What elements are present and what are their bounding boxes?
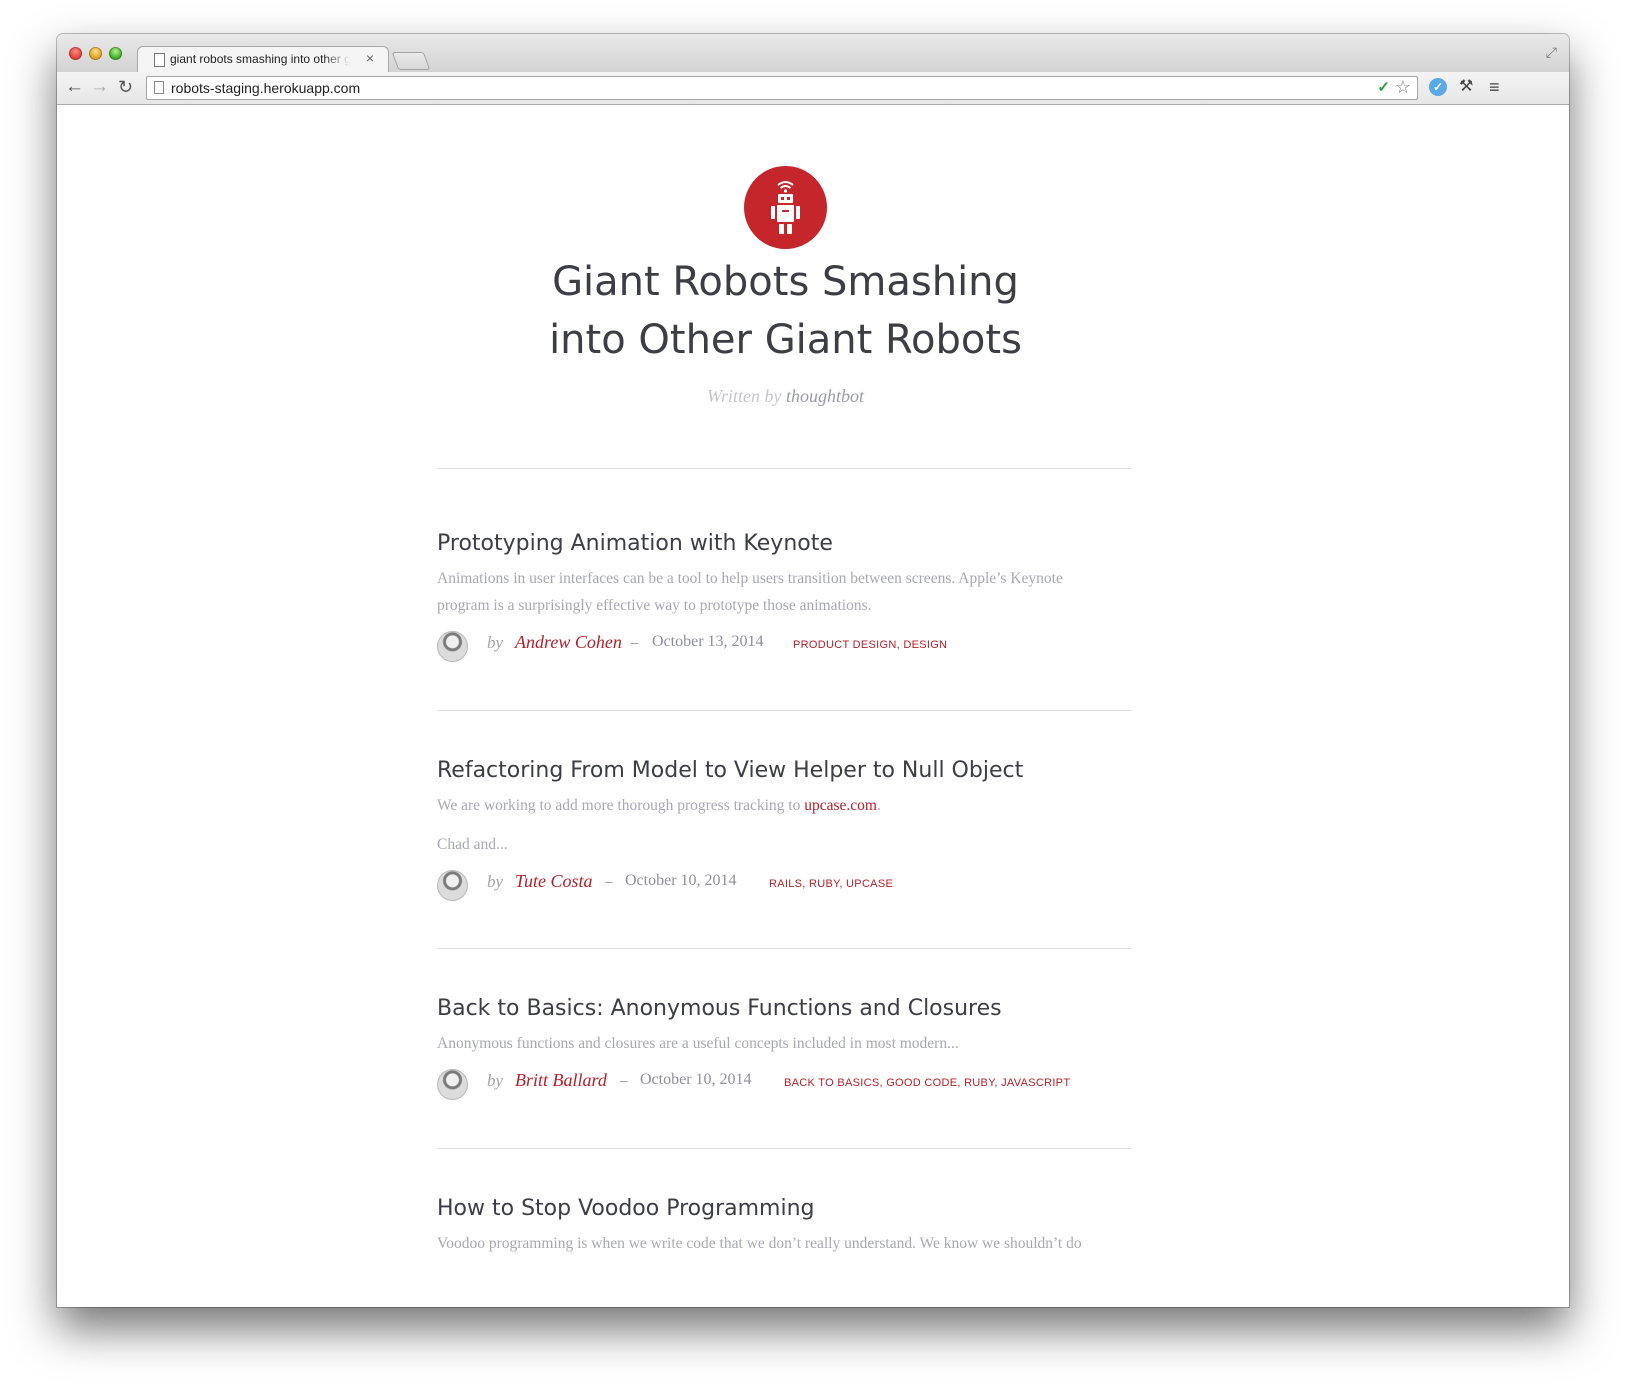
tab-close-icon[interactable]: × [366, 50, 374, 66]
author-link[interactable]: Tute Costa [515, 871, 593, 892]
post-excerpt: We are working to add more thorough prog… [437, 792, 1137, 819]
tab-title: giant robots smashing into other giant r… [170, 52, 350, 66]
menu-icon[interactable]: ≡ [1489, 78, 1507, 96]
title-bar: giant robots smashing into other giant r… [57, 34, 1569, 74]
upcase-link[interactable]: upcase.com [804, 797, 877, 814]
by-label: by [487, 1071, 504, 1090]
post-title[interactable]: Back to Basics: Anonymous Functions and … [437, 994, 1137, 1024]
post-date: October 10, 2014 [640, 1071, 752, 1088]
excerpt-text: We are working to add more thorough prog… [437, 797, 805, 814]
meta-separator: – [631, 634, 639, 650]
post-tags[interactable]: BACK TO BASICS, GOOD CODE, RUBY, JAVASCR… [784, 1077, 1070, 1089]
tools-extension-icon[interactable]: ⚒ [1459, 78, 1477, 96]
excerpt-text-end: . [876, 797, 881, 814]
robot-icon [771, 181, 800, 234]
page-icon [154, 81, 164, 94]
post-tags[interactable]: RAILS, RUBY, UPCASE [769, 878, 893, 890]
post-meta: by Britt Ballard – October 10, 2014 BACK… [437, 1069, 1137, 1103]
post-tags[interactable]: PRODUCT DESIGN, DESIGN [793, 639, 947, 651]
author-avatar[interactable] [437, 1069, 468, 1100]
tab-active[interactable]: giant robots smashing into other giant r… [137, 46, 389, 74]
site-title[interactable]: Giant Robots Smashing into Other Giant R… [413, 253, 1158, 369]
robot-logo[interactable] [744, 166, 827, 249]
post-excerpt: Anonymous functions and closures are a u… [437, 1035, 959, 1052]
document-icon [154, 53, 165, 67]
post-meta: by Andrew Cohen – October 13, 2014 PRODU… [437, 631, 1137, 665]
divider [437, 1148, 1132, 1149]
by-label: by [487, 872, 504, 891]
author-link[interactable]: Andrew Cohen [515, 632, 622, 653]
check-extension-icon[interactable]: ✓ [1377, 78, 1390, 96]
divider [437, 710, 1132, 711]
post-item: Refactoring From Model to View Helper to… [437, 756, 1137, 904]
post-date: October 10, 2014 [625, 872, 737, 889]
written-by-label: Written by [706, 386, 782, 406]
post-excerpt: Animations in user interfaces can be a t… [437, 570, 1063, 614]
post-excerpt-continued: Chad and... [437, 836, 508, 853]
post-title[interactable]: Prototyping Animation with Keynote [437, 529, 1137, 559]
author-avatar[interactable] [437, 870, 468, 901]
address-bar[interactable]: robots-staging.herokuapp.com ✓ ☆ [146, 76, 1418, 100]
post-item: How to Stop Voodoo Programming Voodoo pr… [437, 1194, 1137, 1257]
meta-separator: – [605, 873, 613, 889]
post-date: October 13, 2014 [652, 633, 764, 650]
divider [437, 948, 1132, 949]
url-text[interactable]: robots-staging.herokuapp.com [171, 80, 360, 96]
post-item: Back to Basics: Anonymous Functions and … [437, 994, 1137, 1103]
minimize-window-button[interactable] [89, 47, 102, 60]
site-byline: Written by thoughtbot [413, 386, 1158, 407]
site-author-link[interactable]: thoughtbot [786, 386, 864, 406]
post-title[interactable]: Refactoring From Model to View Helper to… [437, 756, 1137, 786]
by-label: by [487, 633, 504, 652]
extension-icon[interactable]: ✓ [1429, 78, 1447, 96]
meta-separator: – [620, 1072, 628, 1088]
zoom-window-button[interactable] [109, 47, 122, 60]
post-item: Prototyping Animation with Keynote Anima… [437, 529, 1137, 665]
divider [437, 468, 1132, 469]
fullscreen-icon[interactable]: ⤢ [1546, 44, 1557, 61]
author-link[interactable]: Britt Ballard [515, 1070, 607, 1091]
close-window-button[interactable] [69, 47, 82, 60]
site-title-line2: into Other Giant Robots [549, 317, 1022, 363]
site-title-line1: Giant Robots Smashing [552, 259, 1019, 305]
post-meta: by Tute Costa – October 10, 2014 RAILS, … [437, 870, 1137, 904]
author-avatar[interactable] [437, 631, 468, 662]
bookmark-star-icon[interactable]: ☆ [1395, 77, 1411, 98]
back-button[interactable]: ← [65, 76, 84, 98]
forward-button[interactable]: → [90, 76, 109, 98]
new-tab-button[interactable] [391, 52, 431, 70]
reload-button[interactable]: ↻ [118, 76, 133, 98]
browser-toolbar: ← → ↻ robots-staging.herokuapp.com ✓ ☆ ✓… [57, 72, 1569, 105]
post-excerpt: Voodoo programming is when we write code… [437, 1235, 1082, 1252]
page-content: Giant Robots Smashing into Other Giant R… [57, 105, 1569, 1307]
post-title[interactable]: How to Stop Voodoo Programming [437, 1194, 1137, 1224]
browser-window: giant robots smashing into other giant r… [57, 34, 1569, 1307]
